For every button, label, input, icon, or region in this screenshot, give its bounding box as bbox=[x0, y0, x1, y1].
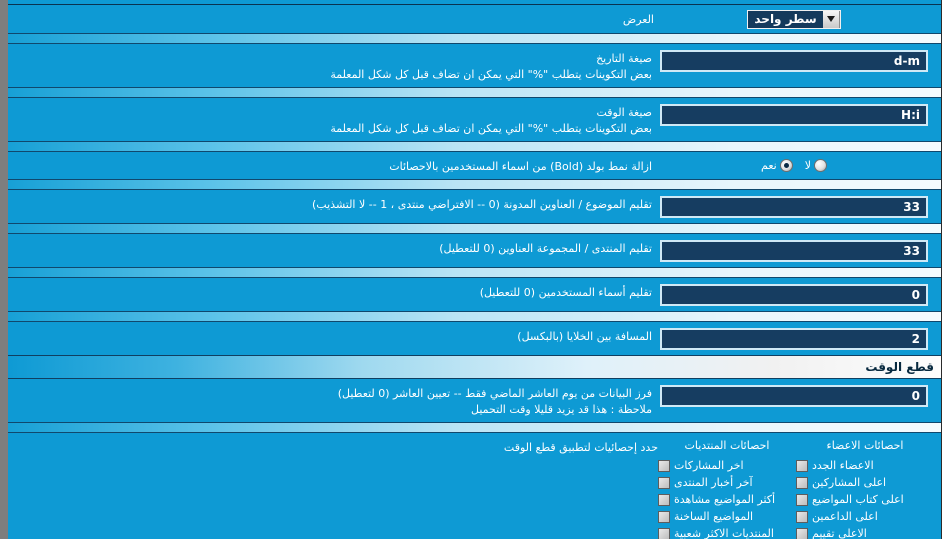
display-select[interactable]: سطر واحد bbox=[747, 9, 841, 29]
time-cut-days-note: ملاحظة : هذا قد يزيد قليلا وقت التحميل bbox=[471, 403, 652, 416]
date-format-label: صيغة التاريخ بعض التكوينات يتطلب "%" الت… bbox=[16, 49, 654, 82]
checkbox-most-popular-forums[interactable]: المنتديات الاكثر شعبية bbox=[658, 525, 796, 539]
divider-3 bbox=[8, 141, 941, 152]
remove-bold-no-label: لا bbox=[804, 159, 811, 172]
thread-title-trim-label: تقليم الموضوع / العناوين المدونة (0 -- ا… bbox=[312, 198, 652, 211]
time-format-input[interactable] bbox=[660, 104, 928, 126]
checkbox-latest-posts[interactable]: اخر المشاركات bbox=[658, 457, 796, 474]
display-select-value: سطر واحد bbox=[754, 12, 817, 26]
checkbox-label: آخر أخبار المنتدى bbox=[674, 476, 753, 489]
checkbox-new-members[interactable]: الاعضاء الجدد bbox=[796, 457, 934, 474]
divider-1 bbox=[8, 33, 941, 44]
forum-stats-heading: احصائات المنتديات bbox=[684, 439, 770, 452]
chevron-down-icon[interactable] bbox=[822, 10, 840, 28]
checkbox-icon[interactable] bbox=[658, 493, 670, 506]
checkbox-label: اعلى الداعمين bbox=[812, 510, 878, 523]
members-stats-column: احصائات الاعضاء الاعضاء الجدد اعلى المشا… bbox=[796, 439, 934, 539]
time-format-cell bbox=[654, 103, 934, 126]
checkbox-top-posters[interactable]: اعلى المشاركين bbox=[796, 474, 934, 491]
thread-title-trim-row: تقليم الموضوع / العناوين المدونة (0 -- ا… bbox=[8, 190, 941, 223]
radio-yes-icon[interactable] bbox=[779, 159, 793, 172]
date-format-row: صيغة التاريخ بعض التكوينات يتطلب "%" الت… bbox=[8, 44, 941, 87]
username-trim-cell bbox=[654, 283, 934, 306]
display-row-label: العرض bbox=[622, 12, 654, 26]
cell-spacing-input[interactable] bbox=[660, 328, 928, 350]
forum-stats-column: احصائات المنتديات اخر المشاركات آخر أخبا… bbox=[658, 439, 796, 539]
thread-title-trim-cell bbox=[654, 195, 934, 218]
settings-frame: سطر واحد العرض صيغة التاريخ بعض التكوينا… bbox=[8, 0, 941, 539]
remove-bold-radio-group: لا نعم bbox=[654, 158, 934, 172]
remove-bold-option-no[interactable]: لا bbox=[805, 159, 827, 172]
checkbox-latest-forum-news[interactable]: آخر أخبار المنتدى bbox=[658, 474, 796, 491]
forum-title-trim-input[interactable] bbox=[660, 240, 928, 262]
remove-bold-label: ازالة نمط بولد (Bold) من اسماء المستخدمي… bbox=[389, 160, 652, 173]
divider-7 bbox=[8, 311, 941, 322]
divider-4 bbox=[8, 179, 941, 190]
checkbox-hot-threads[interactable]: المواضيع الساخنة bbox=[658, 508, 796, 525]
checkbox-most-viewed-threads[interactable]: أكثر المواضيع مشاهدة bbox=[658, 491, 796, 508]
cell-spacing-cell bbox=[654, 327, 934, 350]
date-format-desc: بعض التكوينات يتطلب "%" التي يمكن ان تضا… bbox=[330, 68, 652, 81]
checkbox-top-thread-starters[interactable]: اعلى كتاب المواضيع bbox=[796, 491, 934, 508]
username-trim-row: تقليم أسماء المستخدمين (0 للتعطيل) bbox=[8, 278, 941, 311]
checkbox-label: المواضيع الساخنة bbox=[674, 510, 754, 523]
checkbox-icon[interactable] bbox=[796, 459, 808, 472]
checkbox-label: الاعلى تقييم bbox=[812, 527, 867, 539]
radio-no-icon[interactable] bbox=[814, 159, 827, 172]
checkbox-top-rated[interactable]: الاعلى تقييم bbox=[796, 525, 934, 539]
divider-5 bbox=[8, 223, 941, 234]
checkbox-icon[interactable] bbox=[658, 476, 670, 489]
time-format-row: صيغة الوقت بعض التكوينات يتطلب "%" التي … bbox=[8, 98, 941, 141]
date-format-input[interactable] bbox=[660, 50, 928, 72]
username-trim-label: تقليم أسماء المستخدمين (0 للتعطيل) bbox=[479, 286, 652, 299]
checkbox-label: المنتديات الاكثر شعبية bbox=[674, 527, 774, 539]
checkbox-label: اخر المشاركات bbox=[674, 459, 744, 472]
members-stats-heading: احصائات الاعضاء bbox=[826, 439, 904, 452]
username-trim-input[interactable] bbox=[660, 284, 928, 306]
forum-title-trim-label: تقليم المنتدى / المجموعة العناوين (0 للت… bbox=[439, 242, 652, 255]
divider-8 bbox=[8, 422, 941, 433]
time-cut-days-cell bbox=[654, 384, 934, 407]
time-cut-days-row: فرز البيانات من يوم العاشر الماضي فقط --… bbox=[8, 379, 941, 422]
remove-bold-yes-label: نعم bbox=[761, 159, 777, 172]
cell-spacing-row: المسافة بين الخلايا (بالبكسل) bbox=[8, 322, 941, 355]
date-format-cell bbox=[654, 49, 934, 72]
time-cut-stats-label: حدد إحصائيات لتطبيق قطع الوقت bbox=[503, 441, 658, 454]
display-row: سطر واحد العرض bbox=[8, 5, 941, 33]
date-format-title: صيغة التاريخ bbox=[596, 52, 652, 65]
checkbox-label: اعلى كتاب المواضيع bbox=[812, 493, 904, 506]
checkbox-icon[interactable] bbox=[796, 527, 808, 539]
checkbox-icon[interactable] bbox=[658, 459, 670, 472]
time-cut-section-header: قطع الوقت bbox=[8, 355, 941, 379]
checkbox-icon[interactable] bbox=[796, 493, 808, 506]
divider-2 bbox=[8, 87, 941, 98]
settings-page: سطر واحد العرض صيغة التاريخ بعض التكوينا… bbox=[0, 0, 942, 539]
checkbox-icon[interactable] bbox=[796, 476, 808, 489]
forum-title-trim-cell bbox=[654, 239, 934, 262]
cell-spacing-label: المسافة بين الخلايا (بالبكسل) bbox=[517, 330, 652, 343]
checkbox-top-supporters[interactable]: اعلى الداعمين bbox=[796, 508, 934, 525]
time-format-desc: بعض التكوينات يتطلب "%" التي يمكن ان تضا… bbox=[330, 122, 652, 135]
remove-bold-cell: لا نعم bbox=[654, 157, 934, 172]
time-format-label: صيغة الوقت بعض التكوينات يتطلب "%" التي … bbox=[16, 103, 654, 136]
time-cut-stats-row: احصائات الاعضاء الاعضاء الجدد اعلى المشا… bbox=[8, 433, 941, 539]
time-format-title: صيغة الوقت bbox=[596, 106, 652, 119]
checkbox-icon[interactable] bbox=[796, 510, 808, 523]
time-cut-days-title: فرز البيانات من يوم العاشر الماضي فقط --… bbox=[337, 387, 652, 400]
thread-title-trim-input[interactable] bbox=[660, 196, 928, 218]
remove-bold-option-yes[interactable]: نعم bbox=[761, 159, 793, 172]
checkbox-label: أكثر المواضيع مشاهدة bbox=[674, 493, 776, 506]
checkbox-label: الاعضاء الجدد bbox=[812, 459, 874, 472]
divider-6 bbox=[8, 267, 941, 278]
checkbox-icon[interactable] bbox=[658, 527, 670, 539]
time-cut-section-title: قطع الوقت bbox=[865, 360, 934, 374]
time-cut-days-label: فرز البيانات من يوم العاشر الماضي فقط --… bbox=[16, 384, 654, 417]
checkbox-icon[interactable] bbox=[658, 510, 670, 523]
checkbox-label: اعلى المشاركين bbox=[812, 476, 887, 489]
time-cut-days-input[interactable] bbox=[660, 385, 928, 407]
forum-title-trim-row: تقليم المنتدى / المجموعة العناوين (0 للت… bbox=[8, 234, 941, 267]
display-select-cell: سطر واحد bbox=[654, 9, 934, 29]
remove-bold-row: لا نعم ازالة نمط بولد (Bold) من اسماء ال… bbox=[8, 152, 941, 179]
